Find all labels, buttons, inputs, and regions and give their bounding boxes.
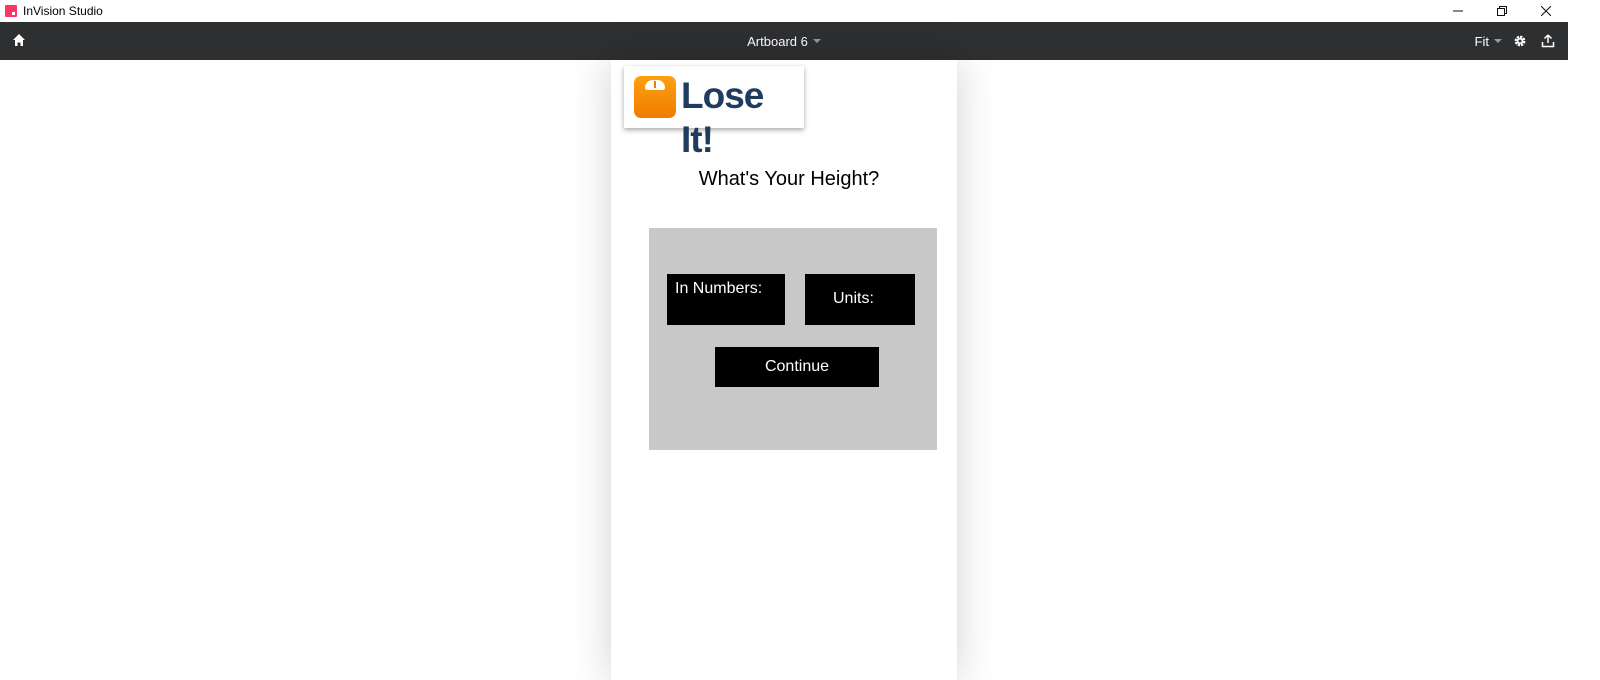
minimize-button[interactable] [1436, 0, 1480, 22]
zoom-dropdown[interactable]: Fit [1475, 34, 1502, 49]
invision-app-icon [5, 5, 17, 17]
chevron-down-icon [1494, 39, 1502, 43]
design-canvas[interactable]: Lose It! What's Your Height? In Numbers:… [0, 60, 1568, 680]
restore-button[interactable] [1480, 0, 1524, 22]
chevron-down-icon [812, 39, 821, 43]
window-titlebar: InVision Studio [0, 0, 1568, 22]
logo-text: Lose It! [681, 75, 764, 160]
scale-icon [634, 76, 676, 118]
artboard-selector[interactable]: Artboard 6 [0, 22, 1568, 60]
artboard-frame[interactable]: Lose It! What's Your Height? In Numbers:… [611, 60, 957, 680]
height-units-label: Units: [833, 290, 874, 307]
close-button[interactable] [1524, 0, 1568, 22]
window-controls [1436, 0, 1568, 22]
continue-button[interactable]: Continue [715, 347, 879, 387]
zoom-label: Fit [1474, 33, 1489, 49]
settings-button[interactable] [1512, 33, 1528, 49]
gear-icon [1514, 35, 1526, 47]
height-numbers-field[interactable]: In Numbers: [667, 274, 785, 325]
height-units-field[interactable]: Units: [805, 274, 915, 325]
minimize-icon [1453, 10, 1463, 12]
close-icon [1541, 6, 1551, 16]
share-button[interactable] [1540, 33, 1556, 49]
studio-toolbar: Artboard 6 Fit [0, 22, 1568, 60]
artboard-title: Artboard 6 [747, 33, 808, 49]
height-form-panel: In Numbers: Units: Continue [649, 228, 937, 450]
upload-icon [1541, 34, 1555, 48]
height-numbers-label: In Numbers: [675, 280, 763, 297]
restore-icon [1497, 6, 1507, 16]
lose-it-logo: Lose It! [624, 66, 804, 160]
app-title: InVision Studio [23, 4, 103, 18]
page-title: What's Your Height? [698, 168, 880, 190]
